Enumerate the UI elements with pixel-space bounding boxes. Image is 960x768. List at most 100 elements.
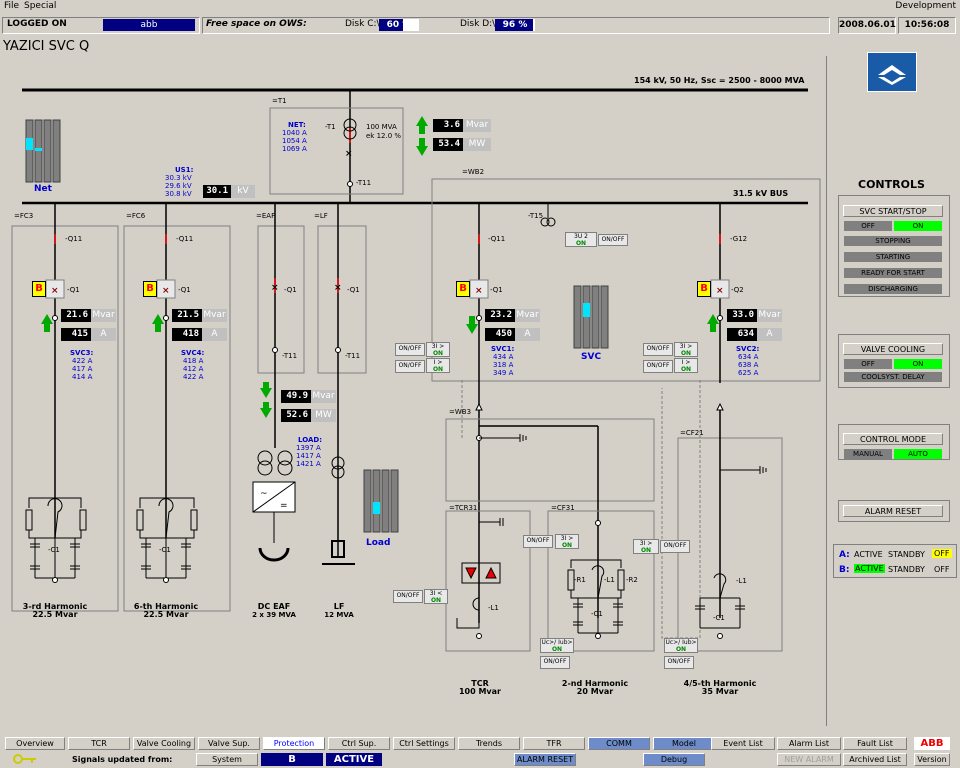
svc2-mvar-unit: Mvar: [757, 309, 782, 322]
fc6-breaker-b[interactable]: B: [143, 281, 157, 297]
nav-comm[interactable]: COMM: [588, 737, 650, 750]
nav-protection[interactable]: Protection: [263, 737, 325, 750]
valve-cooling-button[interactable]: VALVE COOLING: [843, 343, 943, 355]
a-active: ACTIVE: [854, 550, 883, 559]
svc2-current-1: 634 A: [738, 353, 759, 361]
tcr-l1: -L1: [488, 604, 499, 612]
company-logo: [867, 52, 917, 92]
svc1-onoff-1[interactable]: ON/OFF: [395, 343, 425, 356]
single-line-diagram: YAZICI SVC Q × × × × ~ = × × × 154 kV, 5…: [0, 38, 960, 734]
cf21-3i-indicator: 3I > ON: [633, 539, 659, 554]
menu-special[interactable]: Special: [24, 1, 56, 11]
a-off: OFF: [932, 549, 952, 558]
nav-archived-list[interactable]: Archived List: [843, 753, 907, 766]
fc6-amp-unit: A: [202, 328, 227, 341]
fc3-q1: -Q1: [67, 286, 80, 294]
svc-off-indicator[interactable]: OFF: [844, 221, 892, 231]
nav-new-alarm[interactable]: NEW ALARM: [777, 753, 841, 766]
t1-ek: ek 12.0 %: [366, 132, 402, 140]
svc2-current-3: 625 A: [738, 369, 759, 377]
fc3-box-label: =FC3: [14, 212, 34, 220]
alarm-reset-button[interactable]: ALARM RESET: [843, 505, 943, 517]
net-label: Net: [34, 184, 52, 194]
fc3-amp: 415: [61, 328, 91, 341]
nav-debug[interactable]: Debug: [643, 753, 705, 766]
tcr-onoff-button[interactable]: ON/OFF: [393, 590, 423, 603]
eaf-mw-unit: MW: [311, 409, 336, 422]
cf21-onoff-button[interactable]: ON/OFF: [660, 540, 690, 553]
fc6-mvar-unit: Mvar: [202, 309, 227, 322]
fc6-mvar: 21.5: [172, 309, 202, 322]
cf31-l1: -L1: [604, 576, 615, 584]
nav-fault-list[interactable]: Fault List: [843, 737, 907, 750]
svc-start-stop-button[interactable]: SVC START/STOP: [843, 205, 943, 217]
svc-on-indicator[interactable]: ON: [894, 221, 942, 231]
cf31-caption-2: 20 Mvar: [576, 687, 614, 696]
lf-t11: -T11: [345, 352, 361, 360]
fc6-c1: -C1: [159, 546, 171, 554]
svc1-breaker-b[interactable]: B: [456, 281, 470, 297]
svc-label: SVC: [581, 352, 602, 362]
svc1-mvar: 23.2: [485, 309, 515, 322]
svc2-mvar: 33.0: [727, 309, 757, 322]
menu-file[interactable]: File: [4, 1, 19, 11]
valve-cooling-panel: VALVE COOLING OFF ON COOLSYST. DELAY: [838, 334, 950, 388]
free-space-label: Free space on OWS:: [206, 19, 307, 29]
fc3-svc-title: SVC3:: [70, 349, 94, 357]
tcr-3i-text: 3I <: [429, 590, 443, 597]
disk-d-label: Disk D:\: [460, 19, 496, 29]
nav-trends[interactable]: Trends: [458, 737, 520, 750]
auto-indicator[interactable]: AUTO: [894, 449, 942, 459]
nav-alarm-list[interactable]: Alarm List: [777, 737, 841, 750]
b-off: OFF: [934, 565, 950, 574]
cf31-onoff-1[interactable]: ON/OFF: [523, 535, 553, 548]
manual-indicator[interactable]: MANUAL: [844, 449, 892, 459]
cf31-onoff-2[interactable]: ON/OFF: [540, 656, 570, 669]
eaf-t11: -T11: [282, 352, 298, 360]
cf31-c1: -C1: [591, 610, 603, 618]
svg-text:×: ×: [475, 286, 483, 296]
control-mode-button[interactable]: CONTROL MODE: [843, 433, 943, 445]
disk-d-value: 96 %: [502, 20, 528, 30]
nav-alarm-reset[interactable]: ALARM RESET: [514, 753, 576, 766]
svc2-breaker-b[interactable]: B: [697, 281, 711, 297]
nav-valve-sup[interactable]: Valve Sup.: [198, 737, 260, 750]
cooling-off-indicator[interactable]: OFF: [844, 359, 892, 369]
key-icon[interactable]: [12, 753, 42, 765]
fc3-breaker-b[interactable]: B: [32, 281, 46, 297]
tcr-box-label: =TCR31: [449, 504, 478, 512]
nav-valve-cooling[interactable]: Valve Cooling: [133, 737, 195, 750]
svc2-onoff-1[interactable]: ON/OFF: [643, 343, 673, 356]
system-value: B: [261, 753, 323, 766]
load-level-bars: [363, 469, 399, 533]
nav-overview[interactable]: Overview: [5, 737, 65, 750]
t15-onoff-button[interactable]: ON/OFF: [598, 234, 628, 246]
nav-ctrl-sup[interactable]: Ctrl Sup.: [328, 737, 390, 750]
cf21-onoff-2[interactable]: ON/OFF: [664, 656, 694, 669]
svc1-mvar-unit: Mvar: [515, 309, 540, 322]
svc2-i-on: ON: [680, 366, 692, 373]
svc1-current-2: 318 A: [493, 361, 514, 369]
svc1-onoff-2[interactable]: ON/OFF: [395, 360, 425, 373]
abb-logo: ABB: [914, 737, 950, 750]
svc2-q2: -Q2: [731, 286, 744, 294]
svc2-onoff-2[interactable]: ON/OFF: [643, 360, 673, 373]
menu-development[interactable]: Development: [895, 1, 956, 11]
nav-ctrl-settings[interactable]: Ctrl Settings: [393, 737, 455, 750]
disk-c-value: 60 %: [386, 20, 412, 30]
cooling-on-indicator[interactable]: ON: [894, 359, 942, 369]
nav-model[interactable]: Model: [653, 737, 715, 750]
fc3-current-1: 422 A: [72, 357, 93, 365]
fc6-q11: -Q11: [176, 235, 194, 243]
cf21-l1: -L1: [736, 577, 747, 585]
svc1-q1: -Q1: [490, 286, 503, 294]
svc1-amp: 450: [485, 328, 515, 341]
wb2-box-label: =WB2: [462, 168, 485, 176]
nav-version[interactable]: Version: [914, 753, 950, 766]
bottom-nav: Overview TCR Valve Cooling Valve Sup. Protec…: [0, 736, 960, 768]
svc1-current-1: 434 A: [493, 353, 514, 361]
nav-tcr[interactable]: TCR: [68, 737, 130, 750]
starting-indicator: STARTING: [844, 252, 942, 262]
nav-tfr[interactable]: TFR: [523, 737, 585, 750]
nav-event-list[interactable]: Event List: [711, 737, 775, 750]
